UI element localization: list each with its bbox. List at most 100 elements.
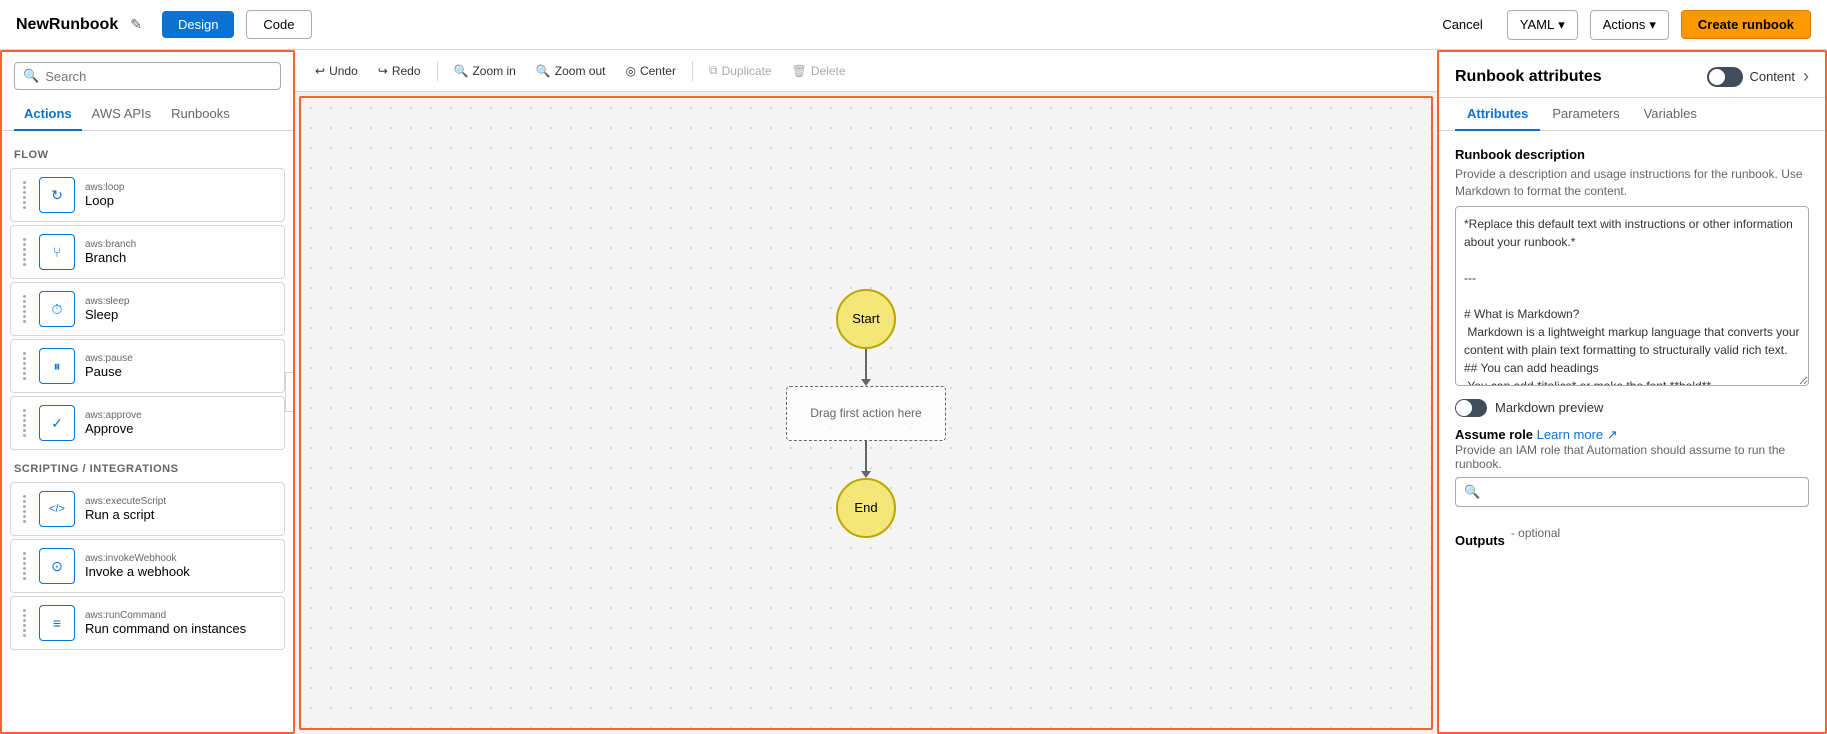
markdown-preview-toggle: Markdown preview <box>1455 399 1809 417</box>
delete-label: Delete <box>811 64 846 78</box>
canvas-toolbar: ↩ Undo ↪ Redo 🔍 Zoom in 🔍 Zoom out ◎ Cen… <box>295 50 1437 92</box>
run-command-text: aws:runCommand Run command on instances <box>85 610 246 636</box>
action-item-approve[interactable]: ✓ aws:approve Approve <box>10 396 285 450</box>
assume-role-search-icon: 🔍 <box>1464 484 1480 500</box>
loop-type: aws:loop <box>85 182 124 193</box>
assume-role-input[interactable] <box>1486 484 1800 499</box>
run-command-type: aws:runCommand <box>85 610 246 621</box>
run-command-icon: ≡ <box>39 605 75 641</box>
start-label: Start <box>852 311 879 326</box>
tab-attributes[interactable]: Attributes <box>1455 98 1540 131</box>
sidebar-content: FLOW ↻ aws:loop Loop ⑂ a <box>2 131 293 732</box>
action-item-sleep[interactable]: ⏱ aws:sleep Sleep <box>10 282 285 336</box>
create-runbook-button[interactable]: Create runbook <box>1681 10 1811 39</box>
pause-icon: ⏸ <box>39 348 75 384</box>
end-node: End <box>836 478 896 538</box>
tab-aws-apis[interactable]: AWS APIs <box>82 98 161 131</box>
description-label: Runbook description <box>1455 147 1809 162</box>
markdown-toggle-knob <box>1456 400 1472 416</box>
pause-type: aws:pause <box>85 353 133 364</box>
webhook-text: aws:invokeWebhook Invoke a webhook <box>85 553 190 579</box>
undo-icon: ↩ <box>315 64 325 78</box>
design-mode-button[interactable]: Design <box>162 11 234 38</box>
assume-role-section: Assume role Learn more ↗ Provide an IAM … <box>1455 427 1809 507</box>
app-header: NewRunbook ✎ Design Code Cancel YAML ▾ A… <box>0 0 1827 50</box>
sleep-icon: ⏱ <box>39 291 75 327</box>
description-hint: Provide a description and usage instruct… <box>1455 166 1809 200</box>
center-button[interactable]: ◎ Center <box>617 59 684 83</box>
tab-runbooks[interactable]: Runbooks <box>161 98 240 131</box>
flow-line-2 <box>865 441 867 471</box>
action-item-invoke-webhook[interactable]: ⊙ aws:invokeWebhook Invoke a webhook <box>10 539 285 593</box>
script-type: aws:executeScript <box>85 496 166 507</box>
drag-handle <box>23 352 27 380</box>
loop-name: Loop <box>85 193 124 208</box>
arrow-action-to-end <box>861 441 871 478</box>
drag-handle <box>23 552 27 580</box>
redo-button[interactable]: ↪ Redo <box>370 59 429 83</box>
branch-text: aws:branch Branch <box>85 239 136 265</box>
drag-handle <box>23 495 27 523</box>
edit-title-icon[interactable]: ✎ <box>130 16 142 33</box>
action-item-run-command[interactable]: ≡ aws:runCommand Run command on instance… <box>10 596 285 650</box>
zoom-in-button[interactable]: 🔍 Zoom in <box>446 59 524 83</box>
sidebar-tabs: Actions AWS APIs Runbooks <box>2 98 293 131</box>
search-input[interactable] <box>45 69 272 84</box>
zoom-out-icon: 🔍 <box>536 64 551 78</box>
sidebar-search-area: 🔍 <box>2 52 293 98</box>
actions-label: Actions <box>1603 17 1646 32</box>
tab-variables[interactable]: Variables <box>1632 98 1709 131</box>
webhook-name: Invoke a webhook <box>85 564 190 579</box>
action-item-loop[interactable]: ↻ aws:loop Loop <box>10 168 285 222</box>
tab-actions[interactable]: Actions <box>14 98 82 131</box>
pause-text: aws:pause Pause <box>85 353 133 379</box>
content-toggle[interactable] <box>1707 67 1743 87</box>
action-item-branch[interactable]: ⑂ aws:branch Branch <box>10 225 285 279</box>
sidebar-collapse-button[interactable]: ‹ <box>285 372 295 412</box>
redo-icon: ↪ <box>378 64 388 78</box>
zoom-out-label: Zoom out <box>555 64 606 78</box>
sleep-text: aws:sleep Sleep <box>85 296 129 322</box>
content-toggle-wrap: Content <box>1707 67 1795 87</box>
description-textarea[interactable]: *Replace this default text with instruct… <box>1455 206 1809 386</box>
toolbar-separator-2 <box>692 61 693 81</box>
branch-name: Branch <box>85 250 136 265</box>
canvas-inner: Start Drag first action here End <box>301 98 1431 728</box>
approve-text: aws:approve Approve <box>85 410 142 436</box>
assume-role-hint: Provide an IAM role that Automation shou… <box>1455 443 1809 471</box>
right-panel-attributes-content: Runbook description Provide a descriptio… <box>1439 131 1825 732</box>
search-field-wrap[interactable]: 🔍 <box>14 62 281 90</box>
start-node: Start <box>836 289 896 349</box>
right-panel-tabs: Attributes Parameters Variables <box>1439 98 1825 131</box>
duplicate-label: Duplicate <box>722 64 772 78</box>
action-item-execute-script[interactable]: </> aws:executeScript Run a script <box>10 482 285 536</box>
markdown-toggle-control[interactable] <box>1455 399 1487 417</box>
code-mode-button[interactable]: Code <box>246 10 311 39</box>
assume-role-search[interactable]: 🔍 <box>1455 477 1809 507</box>
loop-icon: ↻ <box>39 177 75 213</box>
undo-label: Undo <box>329 64 358 78</box>
action-item-pause[interactable]: ⏸ aws:pause Pause <box>10 339 285 393</box>
outputs-optional: - optional <box>1511 526 1560 540</box>
undo-button[interactable]: ↩ Undo <box>307 59 366 83</box>
flow-canvas[interactable]: Start Drag first action here End <box>299 96 1433 730</box>
learn-more-link[interactable]: Learn more ↗ <box>1537 427 1618 442</box>
left-sidebar: 🔍 Actions AWS APIs Runbooks FLOW ↻ aws:l… <box>0 50 295 734</box>
drag-placeholder-label: Drag first action here <box>810 406 921 420</box>
flow-section-label: FLOW <box>2 139 293 165</box>
panel-expand-icon[interactable]: › <box>1803 66 1809 87</box>
duplicate-button[interactable]: ⧉ Duplicate <box>701 58 780 83</box>
redo-label: Redo <box>392 64 421 78</box>
branch-icon: ⑂ <box>39 234 75 270</box>
drag-action-placeholder[interactable]: Drag first action here <box>786 386 946 441</box>
script-icon: </> <box>39 491 75 527</box>
cancel-button[interactable]: Cancel <box>1430 11 1494 38</box>
drag-handle <box>23 609 27 637</box>
tab-parameters[interactable]: Parameters <box>1540 98 1631 131</box>
zoom-out-button[interactable]: 🔍 Zoom out <box>528 59 614 83</box>
actions-chevron-icon: ▾ <box>1649 17 1656 33</box>
actions-button[interactable]: Actions ▾ <box>1590 10 1669 40</box>
delete-button[interactable]: 🗑 Delete <box>784 59 854 83</box>
yaml-button[interactable]: YAML ▾ <box>1507 10 1578 40</box>
script-name: Run a script <box>85 507 166 522</box>
